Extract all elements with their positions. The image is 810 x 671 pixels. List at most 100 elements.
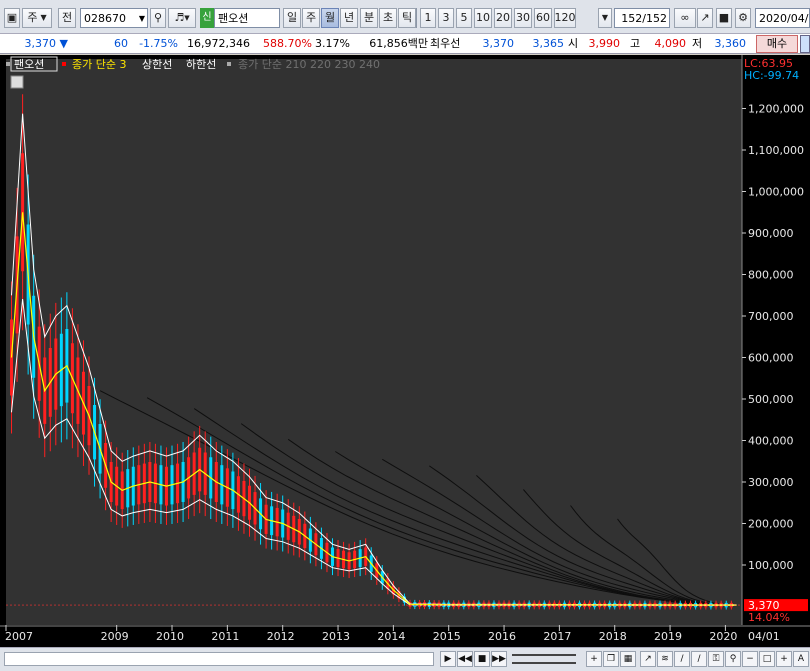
minute-button[interactable]: 5: [456, 8, 472, 28]
y-tick-label: 1,200,000: [748, 103, 804, 116]
minute-button[interactable]: 10: [474, 8, 492, 28]
plot-area: [6, 59, 742, 625]
zoom-slider[interactable]: [512, 654, 576, 664]
x-tick-label: 2011: [211, 630, 239, 643]
y-tick-label: 300,000: [748, 476, 794, 489]
crosshair-icon[interactable]: +: [586, 651, 602, 667]
intraday-button[interactable]: 틱: [398, 8, 416, 28]
trade-amount: 61,856백만: [369, 37, 428, 50]
low-label: 저: [692, 37, 703, 50]
down-arrow-icon: ▼: [59, 37, 68, 50]
x-tick-label: 2015: [433, 630, 461, 643]
window-icon[interactable]: ▣: [4, 8, 20, 28]
x-tick-label: 2012: [267, 630, 295, 643]
y-tick-label: 200,000: [748, 518, 794, 531]
chart-scrollbar[interactable]: [4, 652, 434, 666]
date-input[interactable]: 2020/04/0: [755, 8, 810, 28]
fibo-icon[interactable]: ≋: [657, 651, 673, 667]
x-tick-label: 2010: [156, 630, 184, 643]
line-icon[interactable]: /: [674, 651, 690, 667]
rewind-icon[interactable]: ◀◀: [457, 651, 473, 667]
gear-icon[interactable]: ⚙: [735, 8, 751, 28]
x-tick-label: 2007: [5, 630, 33, 643]
x-tick-label: 2018: [599, 630, 627, 643]
sell-button[interactable]: [800, 35, 810, 53]
zoom-out-icon[interactable]: −: [742, 651, 758, 667]
buy-button[interactable]: 매수: [756, 35, 798, 53]
y-tick-label: 500,000: [748, 393, 794, 406]
y-tick-label: 1,100,000: [748, 144, 804, 157]
x-tick-label: 2016: [488, 630, 516, 643]
minute-button[interactable]: 30: [514, 8, 532, 28]
y-tick-label: 800,000: [748, 269, 794, 282]
market-label: 주: [27, 11, 38, 24]
code-input[interactable]: 028670 ▼: [80, 8, 148, 28]
y-axis-panel: [742, 55, 810, 625]
chart-area[interactable]: 100,000 200,000 300,000 400,000 500,000 600,0…: [0, 55, 810, 647]
forward-icon[interactable]: ▶▶: [491, 651, 507, 667]
legend-lower: 하한선: [186, 57, 216, 71]
zoom-in-icon[interactable]: +: [776, 651, 792, 667]
page-counter[interactable]: 152/152: [614, 8, 670, 28]
trend-icon[interactable]: ↗: [640, 651, 656, 667]
y-tick-label: 700,000: [748, 310, 794, 323]
turnover: 3.17%: [315, 37, 350, 50]
chevron-down-icon[interactable]: ▼: [139, 14, 145, 23]
open-price: 3,990: [588, 37, 621, 50]
stop-icon[interactable]: ■: [474, 651, 490, 667]
hc-label: HC:-99.74: [744, 69, 799, 82]
chevron-down-icon[interactable]: ▼: [598, 8, 612, 28]
market-select[interactable]: 주 ▼: [22, 8, 52, 28]
high-label: 고: [630, 37, 641, 50]
quote-bar: 3,370 ▼ 60 -1.75% 16,972,346 588.70% 3.1…: [0, 34, 810, 54]
y-tick-label: 100,000: [748, 559, 794, 572]
x-tick-label: 2019: [654, 630, 682, 643]
prev-button[interactable]: 전: [58, 8, 76, 28]
stock-name-field[interactable]: 팬오션: [214, 8, 280, 28]
y-tick-label: 900,000: [748, 227, 794, 240]
chart-icon[interactable]: ↗: [697, 8, 713, 28]
link-icon[interactable]: ∞: [674, 8, 696, 28]
period-button[interactable]: 년: [340, 8, 358, 28]
search-icon[interactable]: ⚲: [725, 651, 741, 667]
page-total: /152: [642, 11, 667, 25]
price-chart[interactable]: 100,000 200,000 300,000 400,000 500,000 600,0…: [0, 55, 810, 647]
fit-icon[interactable]: □: [759, 651, 775, 667]
new-badge: 신: [200, 8, 214, 28]
current-pct-label: 14.04%: [748, 611, 790, 624]
low-price: 3,360: [714, 37, 747, 50]
lock-icon[interactable]: ⚿: [708, 651, 724, 667]
play-icon[interactable]: ▶: [440, 651, 456, 667]
legend-stock-name: 팬오션: [14, 58, 44, 71]
minute-button[interactable]: 20: [494, 8, 512, 28]
last-date-label: 04/01: [748, 630, 780, 643]
intraday-button[interactable]: 초: [379, 8, 397, 28]
legend-ma: 종가 단순 3: [72, 58, 126, 71]
minute-button[interactable]: 3: [438, 8, 454, 28]
y-tick-label: 400,000: [748, 435, 794, 448]
search-icon[interactable]: ⚲: [150, 8, 166, 28]
calendar-icon: [10, 75, 24, 89]
legend-marker: [6, 62, 10, 66]
auto-icon[interactable]: A: [793, 651, 809, 667]
period-button[interactable]: 주: [302, 8, 320, 28]
layout-icon[interactable]: ▦: [620, 651, 636, 667]
bid-price: 3,365: [532, 37, 565, 50]
bottom-bar: ▶ ◀◀ ■ ▶▶ + ❐ ▦ ↗ ≋ / ∕ ⚿ ⚲ − □ + A: [0, 647, 810, 671]
x-tick-label: 2013: [322, 630, 350, 643]
sound-icon[interactable]: ♬ ▼: [168, 8, 196, 28]
y-tick-label: 600,000: [748, 352, 794, 365]
copy-icon[interactable]: ❐: [603, 651, 619, 667]
save-icon[interactable]: ■: [716, 8, 732, 28]
channel-icon[interactable]: ∕: [691, 651, 707, 667]
separator: [416, 8, 417, 28]
period-button[interactable]: 일: [283, 8, 301, 28]
toolbar: ▣ 주 ▼ 전 028670 ▼ ⚲ ♬ ▼ 신 팬오션 ▼ 152/152 ∞ ↗ …: [0, 0, 810, 34]
period-button[interactable]: 월: [321, 8, 339, 28]
ask-price: 3,370: [482, 37, 515, 50]
minute-button[interactable]: 1: [420, 8, 436, 28]
minute-button[interactable]: 60: [534, 8, 552, 28]
minute-button[interactable]: 120: [554, 8, 576, 28]
page-count: 152: [621, 11, 643, 25]
intraday-button[interactable]: 분: [360, 8, 378, 28]
